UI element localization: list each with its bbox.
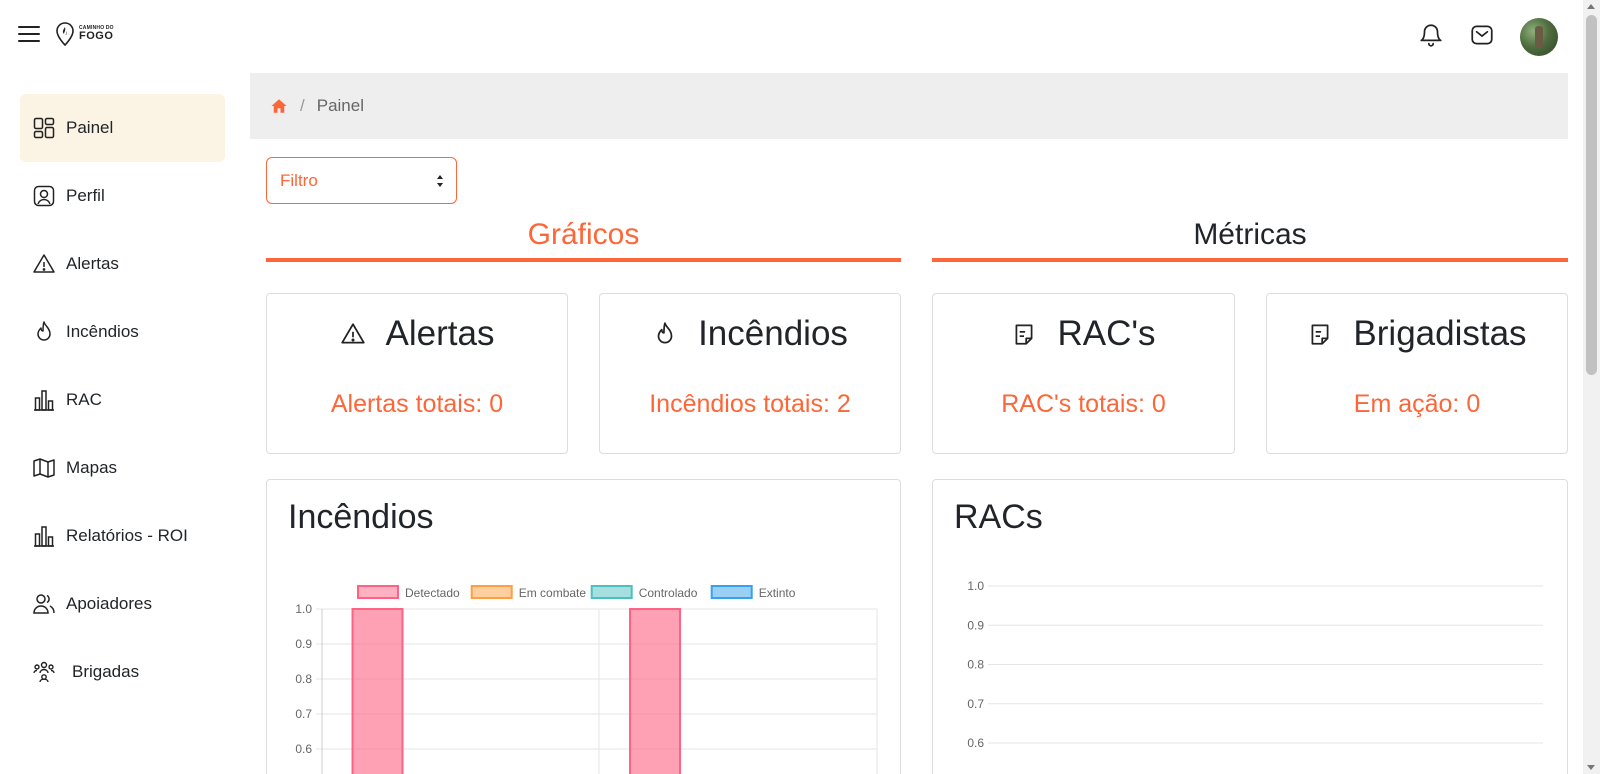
bar-chart-icon bbox=[34, 526, 54, 547]
chart-card-racs: RACs 1.0 0.9 0.8 0.7 0.6 bbox=[932, 479, 1568, 774]
profile-icon bbox=[33, 185, 55, 207]
fire-icon bbox=[37, 321, 51, 341]
card-title: Incêndios bbox=[698, 314, 848, 353]
chart-card-incendios: Incêndios Detectado Em combate Controlado E… bbox=[266, 479, 901, 774]
sidebar: Painel Perfil Alertas Incêndios RAC Mapa… bbox=[0, 72, 245, 774]
card-value: RAC's totais: 0 bbox=[1001, 390, 1166, 418]
card-incendios[interactable]: Incêndios Incêndios totais: 2 bbox=[599, 293, 901, 454]
chart-bar bbox=[629, 608, 681, 774]
sidebar-item-perfil[interactable]: Perfil bbox=[20, 162, 225, 230]
sidebar-item-label: Mapas bbox=[66, 458, 118, 477]
alert-icon bbox=[340, 323, 365, 344]
scroll-thumb[interactable] bbox=[1586, 15, 1597, 375]
incendios-chart: Detectado Em combate Controlado Extinto 1.0 0… bbox=[295, 585, 878, 774]
sidebar-item-label: Relatórios - ROI bbox=[66, 526, 188, 545]
bell-icon[interactable] bbox=[1418, 22, 1444, 48]
chart-bar bbox=[351, 608, 404, 774]
sidebar-item-painel[interactable]: Painel bbox=[20, 94, 225, 162]
section-graficos: Gráficos bbox=[266, 218, 901, 262]
document-icon bbox=[1311, 324, 1329, 345]
card-title: Alertas bbox=[385, 314, 495, 353]
scroll-up-arrow[interactable] bbox=[1587, 4, 1595, 9]
card-value: Em ação: 0 bbox=[1353, 390, 1481, 418]
legend-label: Extinto bbox=[759, 586, 796, 600]
supporters-icon bbox=[33, 594, 55, 614]
dashboard-icon bbox=[33, 117, 55, 139]
card-racs[interactable]: RAC's RAC's totais: 0 bbox=[932, 293, 1235, 454]
card-title: RAC's bbox=[1057, 314, 1156, 353]
legend-label: Detectado bbox=[405, 586, 460, 600]
logo[interactable]: CAMINHO DO FOGO bbox=[55, 22, 114, 46]
card-value: Alertas totais: 0 bbox=[330, 390, 504, 418]
filter-select[interactable]: Filtro bbox=[266, 157, 457, 204]
y-tick-label: 0.8 bbox=[967, 658, 984, 672]
sidebar-item-incendios[interactable]: Incêndios bbox=[20, 298, 225, 366]
sidebar-item-apoiadores[interactable]: Apoiadores bbox=[20, 570, 225, 638]
map-icon bbox=[33, 458, 55, 478]
document-icon bbox=[1016, 324, 1033, 345]
alert-icon bbox=[33, 254, 55, 273]
avatar[interactable] bbox=[1520, 18, 1558, 56]
section-graficos-title: Gráficos bbox=[527, 218, 640, 251]
scroll-down-arrow[interactable] bbox=[1587, 765, 1595, 770]
card-title: Brigadistas bbox=[1353, 314, 1527, 353]
y-tick-label: 0.6 bbox=[295, 742, 312, 756]
card-value: Incêndios totais: 2 bbox=[649, 390, 851, 418]
racs-chart: 1.0 0.9 0.8 0.7 0.6 bbox=[967, 579, 1543, 750]
filter-label: Filtro bbox=[280, 170, 318, 190]
breadcrumb: / Painel bbox=[250, 73, 1568, 139]
y-tick-label: 0.6 bbox=[967, 736, 984, 750]
legend-label: Em combate bbox=[519, 586, 587, 600]
sidebar-item-brigadas[interactable]: Brigadas bbox=[20, 638, 225, 706]
y-tick-label: 0.7 bbox=[295, 707, 312, 721]
card-alertas[interactable]: Alertas Alertas totais: 0 bbox=[266, 293, 568, 454]
card-brigadistas[interactable]: Brigadistas Em ação: 0 bbox=[1266, 293, 1568, 454]
sidebar-item-label: Brigadas bbox=[72, 662, 140, 681]
location-pin-icon bbox=[56, 22, 74, 46]
scrollbar[interactable] bbox=[1583, 0, 1600, 774]
y-tick-label: 1.0 bbox=[295, 602, 312, 616]
sidebar-item-label: Alertas bbox=[66, 254, 119, 273]
sidebar-item-alertas[interactable]: Alertas bbox=[20, 230, 225, 298]
sidebar-item-label: Painel bbox=[66, 118, 114, 137]
section-metricas-title: Métricas bbox=[1193, 218, 1307, 251]
y-tick-label: 0.7 bbox=[967, 697, 984, 711]
legend-swatch bbox=[590, 585, 633, 599]
y-tick-label: 0.9 bbox=[967, 618, 984, 632]
section-metricas: Métricas bbox=[932, 218, 1568, 262]
fire-icon bbox=[657, 322, 673, 344]
section-underline bbox=[932, 258, 1568, 262]
legend-swatch bbox=[470, 585, 513, 599]
legend-label: Controlado bbox=[639, 586, 698, 600]
sidebar-item-label: Apoiadores bbox=[66, 594, 153, 613]
breadcrumb-current: Painel bbox=[316, 96, 364, 115]
top-bar: CAMINHO DO FOGO bbox=[0, 0, 1568, 72]
home-icon[interactable] bbox=[270, 97, 288, 115]
sidebar-item-label: RAC bbox=[66, 390, 102, 409]
breadcrumb-separator: / bbox=[300, 96, 305, 115]
y-tick-label: 0.8 bbox=[295, 672, 312, 686]
y-tick-label: 0.9 bbox=[295, 637, 312, 651]
mail-icon[interactable] bbox=[1469, 22, 1495, 48]
legend-swatch bbox=[357, 585, 399, 599]
brigades-icon bbox=[33, 661, 55, 683]
section-underline bbox=[266, 258, 901, 262]
sidebar-item-mapas[interactable]: Mapas bbox=[20, 434, 225, 502]
sidebar-item-rac[interactable]: RAC bbox=[20, 366, 225, 434]
logo-bottom-text: FOGO bbox=[79, 30, 114, 42]
y-tick-label: 1.0 bbox=[967, 579, 984, 593]
menu-icon[interactable] bbox=[18, 26, 40, 44]
sidebar-item-relatorios[interactable]: Relatórios - ROI bbox=[20, 502, 225, 570]
bar-chart-icon bbox=[34, 390, 54, 411]
legend-swatch bbox=[710, 585, 753, 599]
sidebar-item-label: Perfil bbox=[66, 186, 105, 205]
sidebar-item-label: Incêndios bbox=[66, 322, 139, 341]
sort-arrows-icon bbox=[437, 175, 443, 187]
